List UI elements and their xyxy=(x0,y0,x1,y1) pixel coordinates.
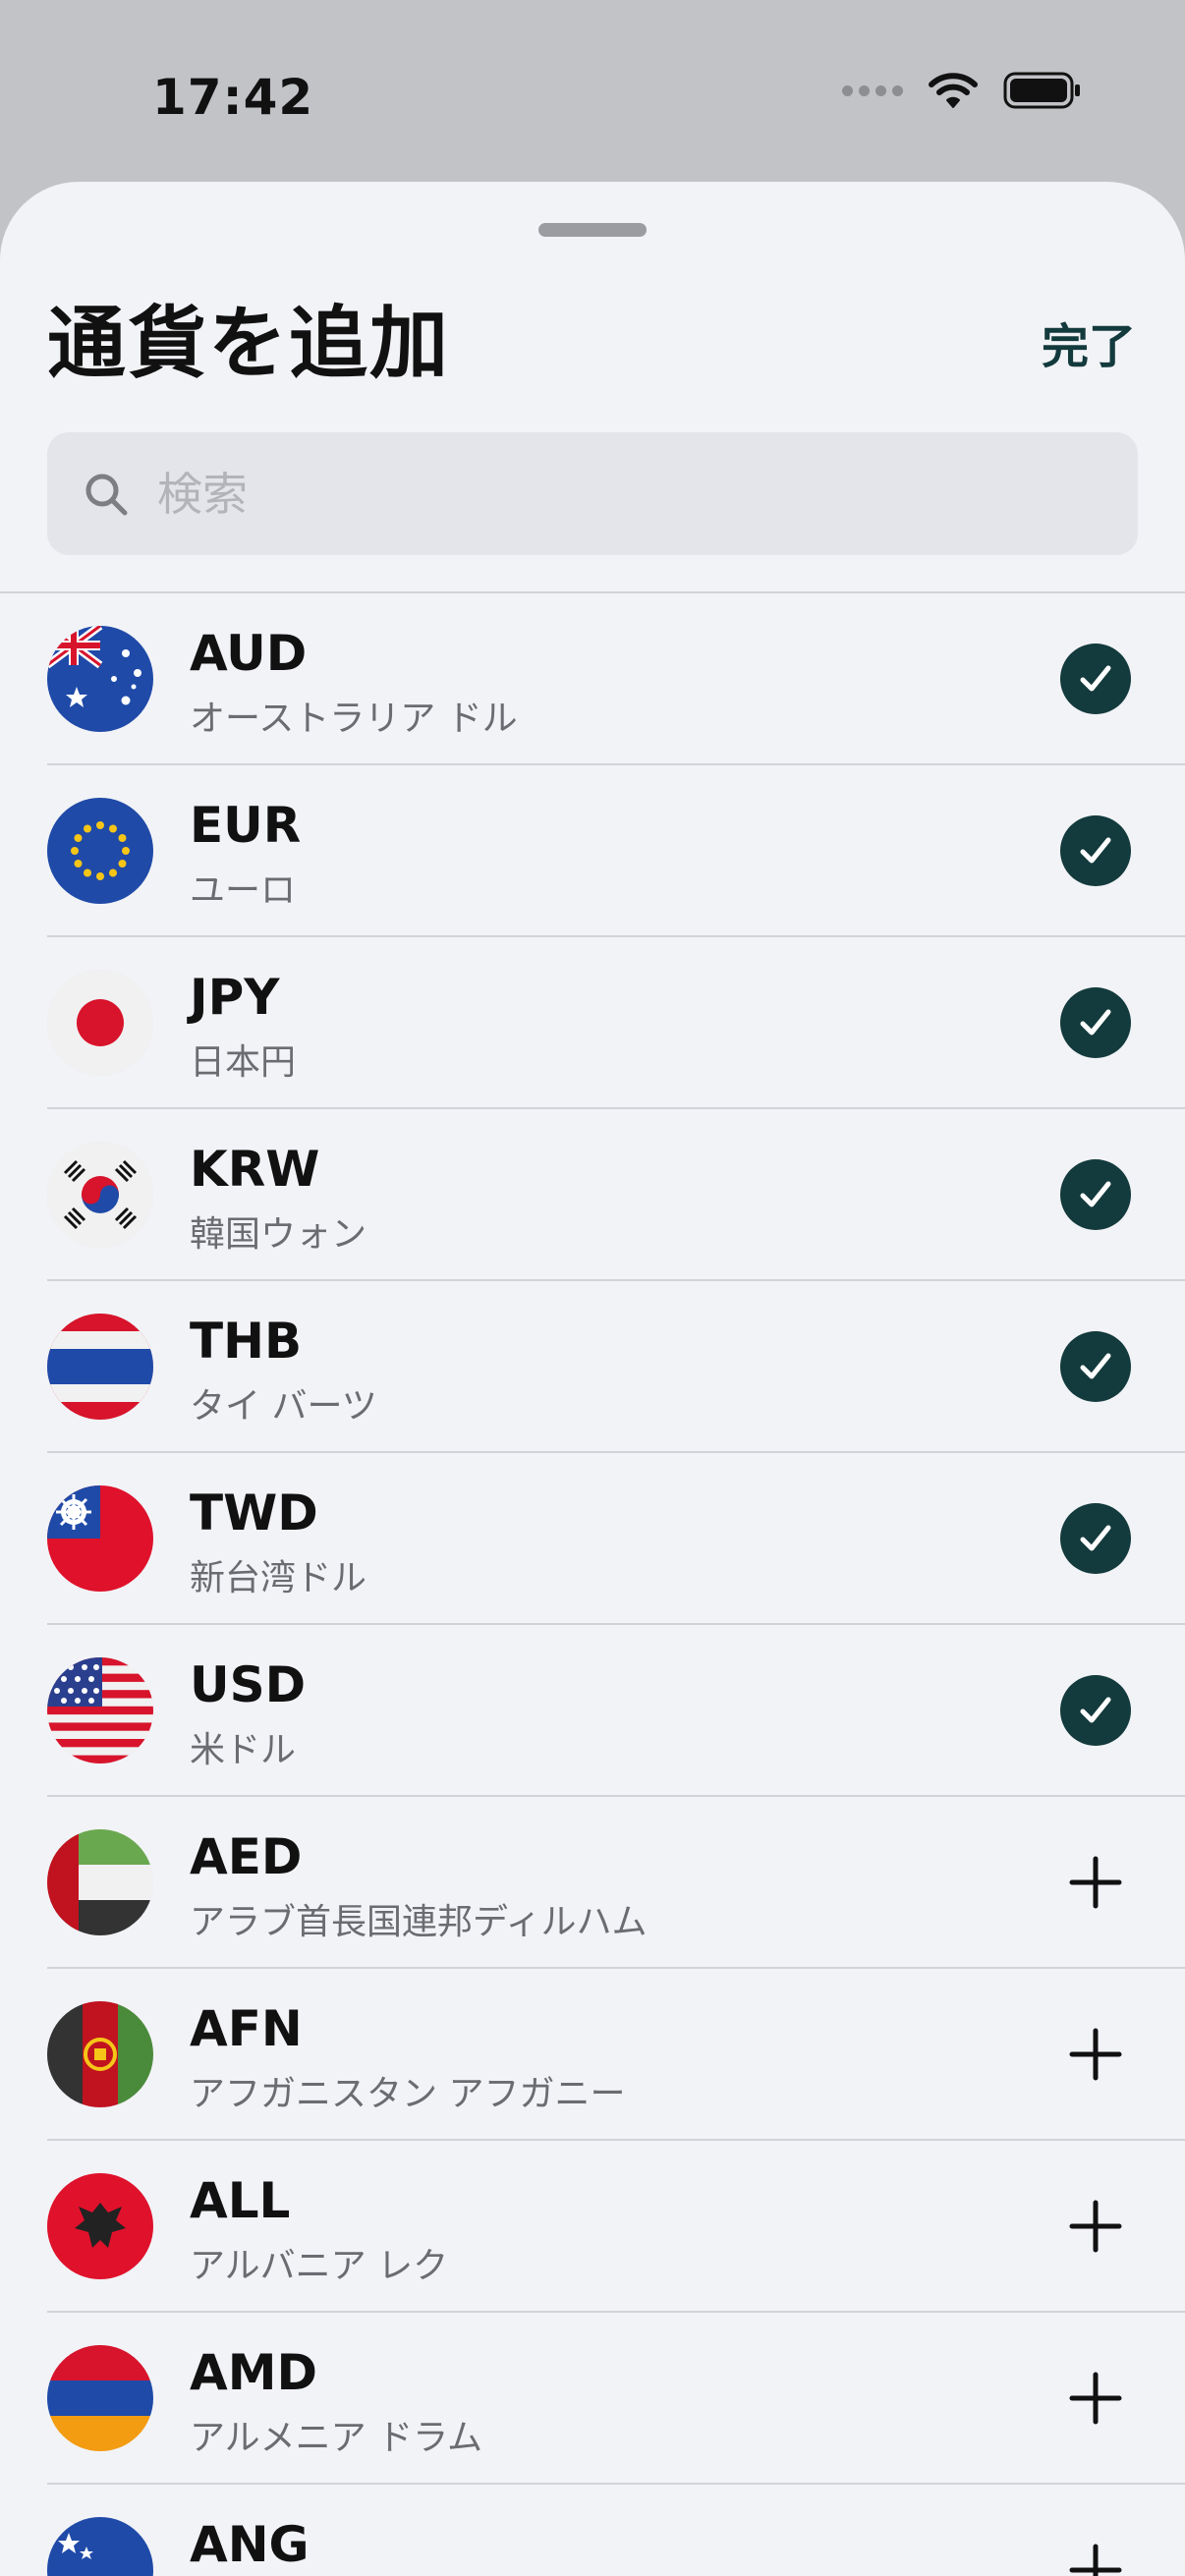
checkmark-icon xyxy=(1080,1697,1111,1723)
checkmark-icon xyxy=(1080,1525,1111,1551)
currency-row-twd[interactable]: TWD 新台湾ドル xyxy=(0,1453,1185,1625)
currency-row-krw[interactable]: KRW 韓国ウォン xyxy=(0,1109,1185,1281)
currency-code: AED xyxy=(190,1828,303,1885)
checkmark-icon xyxy=(1080,1353,1111,1379)
cellular-signal-icon xyxy=(842,84,903,96)
currency-row-jpy[interactable]: JPY 日本円 xyxy=(0,937,1185,1109)
sheet-title: 通貨を追加 xyxy=(47,298,450,389)
uae-flag-icon xyxy=(47,1829,153,1935)
usa-flag-icon xyxy=(47,1657,153,1764)
afghanistan-flag-icon xyxy=(47,2001,153,2107)
currency-code: JPY xyxy=(190,969,280,1026)
currency-name: アフガニスタン アフガニー xyxy=(190,2074,626,2114)
currency-name: 新台湾ドル xyxy=(190,1558,367,1598)
currency-row-ang[interactable]: ANG xyxy=(0,2485,1185,2576)
search-bar[interactable] xyxy=(47,432,1138,555)
currency-row-amd[interactable]: AMD アルメニア ドラム xyxy=(0,2313,1185,2485)
south-korea-flag-icon xyxy=(47,1142,153,1248)
currency-code: AUD xyxy=(190,625,308,682)
added-checkmark-button[interactable] xyxy=(1060,644,1131,714)
japan-flag-icon xyxy=(47,970,153,1076)
status-bar: 17:42 xyxy=(0,0,1185,187)
plus-icon xyxy=(1069,2372,1122,2425)
currency-row-aed[interactable]: AED アラブ首長国連邦ディルハム xyxy=(0,1797,1185,1969)
currency-code: TWD xyxy=(190,1484,318,1541)
currency-list: AUD オーストラリア ドル EUR ユーロ JPY 日本円 KRW 韓国ウォン… xyxy=(0,591,1185,2576)
curacao-flag-icon xyxy=(47,2517,153,2576)
currency-name: 米ドル xyxy=(190,1730,297,1770)
currency-name: ユーロ xyxy=(190,870,297,911)
currency-name: アルバニア レク xyxy=(190,2246,449,2286)
add-currency-button[interactable] xyxy=(1060,2019,1131,2090)
plus-icon xyxy=(1069,2544,1122,2576)
currency-code: AFN xyxy=(190,2000,303,2057)
currency-code: KRW xyxy=(190,1141,320,1198)
added-checkmark-button[interactable] xyxy=(1060,987,1131,1058)
add-currency-button[interactable] xyxy=(1060,2535,1131,2576)
status-icons xyxy=(842,71,1082,110)
checkmark-icon xyxy=(1080,665,1111,692)
albania-flag-icon xyxy=(47,2173,153,2279)
currency-row-afn[interactable]: AFN アフガニスタン アフガニー xyxy=(0,1969,1185,2141)
sheet-grabber[interactable] xyxy=(538,223,647,237)
armenia-flag-icon xyxy=(47,2345,153,2451)
added-checkmark-button[interactable] xyxy=(1060,815,1131,886)
eu-flag-icon xyxy=(47,798,153,904)
currency-name: タイ バーツ xyxy=(190,1386,377,1427)
wifi-icon xyxy=(929,73,978,108)
currency-name: オーストラリア ドル xyxy=(190,699,518,739)
currency-code: AMD xyxy=(190,2344,317,2401)
australia-flag-icon xyxy=(47,626,153,732)
done-button[interactable]: 完了 xyxy=(1042,308,1136,376)
plus-icon xyxy=(1069,1856,1122,1909)
battery-icon xyxy=(1003,72,1080,109)
currency-name: アラブ首長国連邦ディルハム xyxy=(190,1902,648,1942)
currency-code: ALL xyxy=(190,2172,291,2229)
currency-row-all[interactable]: ALL アルバニア レク xyxy=(0,2141,1185,2313)
currency-row-eur[interactable]: EUR ユーロ xyxy=(0,765,1185,937)
added-checkmark-button[interactable] xyxy=(1060,1331,1131,1402)
taiwan-flag-icon xyxy=(47,1485,153,1592)
add-currency-sheet: 通貨を追加 完了 検索 AUD オーストラリア ドル EUR ユーロ JPY 日… xyxy=(0,182,1185,2576)
thailand-flag-icon xyxy=(47,1314,153,1420)
currency-row-thb[interactable]: THB タイ バーツ xyxy=(0,1281,1185,1453)
currency-name: 韓国ウォン xyxy=(190,1214,367,1255)
currency-row-usd[interactable]: USD 米ドル xyxy=(0,1625,1185,1797)
added-checkmark-button[interactable] xyxy=(1060,1159,1131,1230)
add-currency-button[interactable] xyxy=(1060,2191,1131,2262)
currency-row-aud[interactable]: AUD オーストラリア ドル xyxy=(0,593,1185,765)
currency-code: ANG xyxy=(190,2516,310,2573)
search-icon xyxy=(85,474,128,515)
add-currency-button[interactable] xyxy=(1060,2363,1131,2434)
added-checkmark-button[interactable] xyxy=(1060,1675,1131,1746)
plus-icon xyxy=(1069,2200,1122,2253)
currency-name: アルメニア ドラム xyxy=(190,2418,483,2458)
currency-code: EUR xyxy=(190,797,302,854)
currency-code: THB xyxy=(190,1313,303,1370)
currency-code: USD xyxy=(190,1656,307,1713)
plus-icon xyxy=(1069,2028,1122,2081)
added-checkmark-button[interactable] xyxy=(1060,1503,1131,1574)
checkmark-icon xyxy=(1080,837,1111,864)
currency-name: 日本円 xyxy=(190,1042,297,1083)
search-input[interactable] xyxy=(155,466,1044,522)
status-time: 17:42 xyxy=(152,69,314,126)
checkmark-icon xyxy=(1080,1181,1111,1207)
checkmark-icon xyxy=(1080,1009,1111,1036)
add-currency-button[interactable] xyxy=(1060,1847,1131,1918)
